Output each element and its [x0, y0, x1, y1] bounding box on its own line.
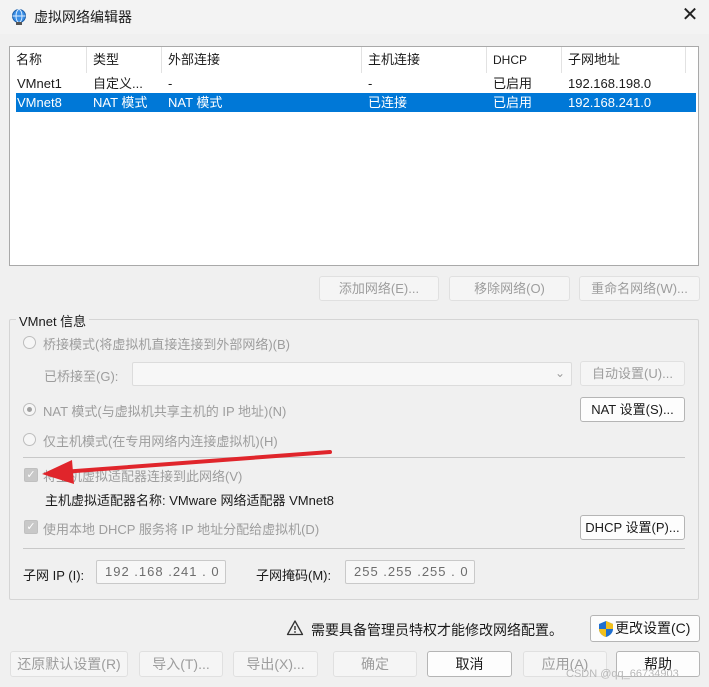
window-title: 虚拟网络编辑器 [34, 9, 132, 25]
admin-notice: 需要具备管理员特权才能修改网络配置。 [311, 622, 563, 638]
bridged-mode-radio[interactable] [23, 336, 36, 349]
subnet-ip-input[interactable]: 192 .168 .241 . 0 [96, 560, 226, 584]
cell-external: NAT 模式 [168, 95, 223, 110]
cell-external: - [168, 76, 173, 91]
column-header-name[interactable]: 名称 [10, 47, 87, 73]
bridged-to-select[interactable]: ⌄ [132, 362, 572, 386]
restore-defaults-button[interactable]: 还原默认设置(R) [10, 651, 128, 677]
export-button[interactable]: 导出(X)... [233, 651, 318, 677]
cell-type: NAT 模式 [93, 95, 148, 110]
cell-host: 已连接 [368, 95, 408, 110]
cell-subnet: 192.168.198.0 [568, 76, 652, 91]
bridged-mode-label: 桥接模式(将虚拟机直接连接到外部网络)(B) [43, 337, 290, 352]
subnet-ip-label: 子网 IP (I): [23, 568, 85, 583]
nat-mode-radio[interactable] [23, 403, 36, 416]
chevron-down-icon: ⌄ [554, 366, 565, 380]
cell-type: 自定义... [93, 76, 143, 91]
connect-adapter-checkbox[interactable]: ✓ [24, 468, 38, 482]
uac-shield-icon [599, 621, 613, 638]
close-button[interactable]: ✕ [678, 4, 702, 28]
list-header: 名称 类型 外部连接 主机连接 DHCP 子网地址 [10, 47, 698, 73]
host-only-radio[interactable] [23, 433, 36, 446]
use-dhcp-checkbox[interactable]: ✓ [24, 520, 38, 534]
column-header-subnet[interactable]: 子网地址 [562, 47, 686, 73]
cell-dhcp: 已启用 [493, 95, 533, 110]
change-settings-button[interactable]: 更改设置(C) [590, 615, 700, 642]
divider [23, 457, 685, 458]
nat-settings-button[interactable]: NAT 设置(S)... [580, 397, 685, 422]
rename-network-button[interactable]: 重命名网络(W)... [579, 276, 700, 301]
column-header-type[interactable]: 类型 [87, 47, 162, 73]
import-button[interactable]: 导入(T)... [139, 651, 223, 677]
remove-network-button[interactable]: 移除网络(O) [449, 276, 570, 301]
ok-button[interactable]: 确定 [333, 651, 417, 677]
column-header-host[interactable]: 主机连接 [362, 47, 487, 73]
adapter-name-text: 主机虚拟适配器名称: VMware 网络适配器 VMnet8 [45, 493, 334, 508]
network-list[interactable]: 名称 类型 外部连接 主机连接 DHCP 子网地址 VMnet1 自定义... … [9, 46, 699, 266]
group-title: VMnet 信息 [16, 311, 90, 330]
host-only-label: 仅主机模式(在专用网络内连接虚拟机)(H) [43, 434, 278, 449]
table-row-selected[interactable]: VMnet8 NAT 模式 NAT 模式 已连接 已启用 192.168.241… [16, 93, 696, 112]
cell-name: VMnet1 [17, 76, 62, 91]
auto-settings-button[interactable]: 自动设置(U)... [580, 361, 685, 386]
divider [23, 548, 685, 549]
warning-icon [286, 620, 304, 636]
table-row[interactable]: VMnet1 自定义... - - 已启用 192.168.198.0 [16, 74, 696, 93]
subnet-mask-input[interactable]: 255 .255 .255 . 0 [345, 560, 475, 584]
cell-host: - [368, 76, 373, 91]
add-network-button[interactable]: 添加网络(E)... [319, 276, 439, 301]
column-header-dhcp[interactable]: DHCP [487, 47, 562, 73]
cell-name: VMnet8 [17, 95, 62, 110]
cancel-button[interactable]: 取消 [427, 651, 512, 677]
cell-dhcp: 已启用 [493, 76, 533, 91]
network-globe-icon [12, 9, 26, 25]
connect-adapter-label: 将主机虚拟适配器连接到此网络(V) [43, 469, 243, 484]
nat-mode-label: NAT 模式(与虚拟机共享主机的 IP 地址)(N) [43, 404, 287, 419]
cell-subnet: 192.168.241.0 [568, 95, 652, 110]
bridged-to-label: 已桥接至(G): [44, 369, 119, 384]
column-header-external[interactable]: 外部连接 [162, 47, 362, 73]
subnet-mask-label: 子网掩码(M): [256, 568, 332, 583]
watermark-text: CSDN @qq_66734903 [566, 668, 679, 680]
change-settings-label: 更改设置(C) [615, 620, 691, 636]
use-dhcp-label: 使用本地 DHCP 服务将 IP 地址分配给虚拟机(D) [43, 522, 320, 537]
dhcp-settings-button[interactable]: DHCP 设置(P)... [580, 515, 685, 540]
